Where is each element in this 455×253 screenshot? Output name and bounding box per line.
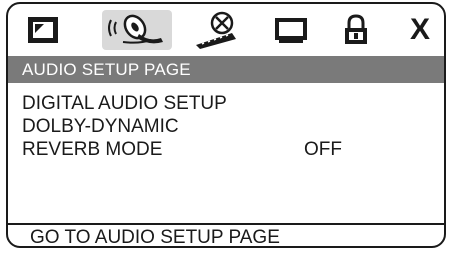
- close-icon: X: [409, 13, 430, 46]
- status-bar-text: GO TO AUDIO SETUP PAGE: [30, 227, 280, 248]
- tab-general-setup[interactable]: [18, 10, 68, 50]
- monitor-icon: [275, 18, 307, 43]
- page-title: AUDIO SETUP PAGE: [8, 56, 444, 83]
- setup-tab-bar: X: [8, 4, 444, 56]
- tab-video-setup[interactable]: [188, 10, 250, 50]
- menu-item-label: DIGITAL AUDIO SETUP: [22, 93, 227, 114]
- tab-preference[interactable]: [268, 10, 314, 50]
- tab-password[interactable]: [336, 10, 376, 50]
- setup-menu-list: DIGITAL AUDIO SETUP DOLBY-DYNAMIC REVERB…: [22, 92, 436, 161]
- tab-exit[interactable]: X: [402, 10, 438, 50]
- speaker-icon: [108, 14, 163, 44]
- menu-item-reverb-mode[interactable]: REVERB MODE OFF: [22, 138, 436, 161]
- tv-screen-icon: [28, 17, 58, 43]
- menu-item-label: REVERB MODE: [22, 139, 163, 160]
- menu-item-digital-audio-setup[interactable]: DIGITAL AUDIO SETUP: [22, 92, 436, 115]
- setup-menu-window: X AUDIO SETUP PAGE DIGITAL AUDIO SETUP D…: [6, 2, 446, 248]
- status-divider: [8, 223, 444, 225]
- menu-item-dolby-dynamic[interactable]: DOLBY-DYNAMIC: [22, 115, 436, 138]
- menu-item-label: DOLBY-DYNAMIC: [22, 116, 179, 137]
- tab-audio-setup[interactable]: [102, 10, 172, 50]
- padlock-icon: [345, 14, 367, 44]
- menu-item-value: OFF: [304, 139, 342, 160]
- film-reel-icon: [196, 11, 236, 49]
